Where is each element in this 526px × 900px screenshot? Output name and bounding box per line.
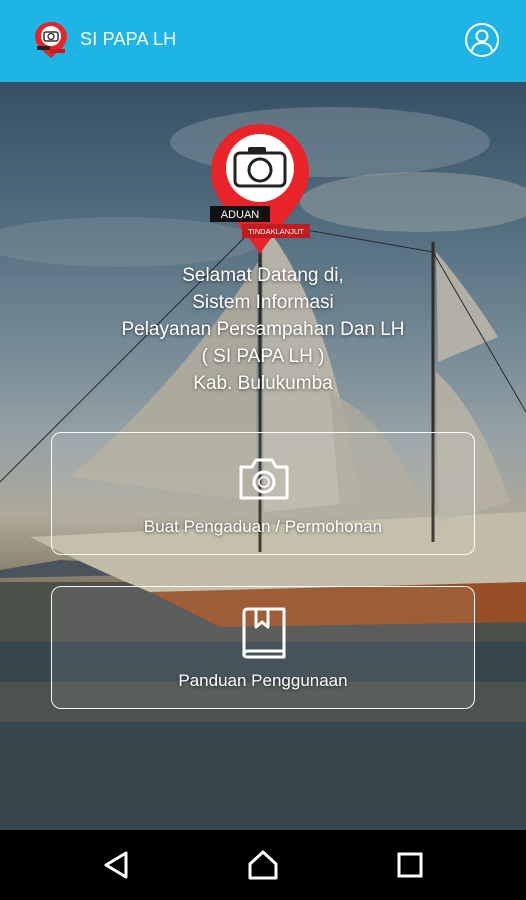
camera-pin-icon: ADUAN TINDAKLANJUT	[210, 124, 310, 254]
badge-tindaklanjut: TINDAKLANJUT	[248, 227, 304, 236]
app-title: SI PAPA LH	[80, 29, 177, 49]
home-icon[interactable]	[246, 848, 280, 882]
user-guide-button[interactable]: Panduan Penggunaan	[51, 586, 475, 709]
welcome-line-5: Kab. Bulukumba	[193, 373, 333, 394]
account-circle-icon[interactable]	[464, 22, 500, 58]
background-scene: ADUAN TINDAKLANJUT Selamat Datang di, Si…	[0, 82, 526, 830]
create-complaint-label: Buat Pengaduan / Permohonan	[143, 517, 383, 536]
create-complaint-button[interactable]: Buat Pengaduan / Permohonan	[51, 432, 475, 555]
welcome-line-3: Pelayanan Persampahan Dan LH	[121, 319, 405, 340]
report-pin-logo-icon	[35, 22, 67, 58]
system-nav-bar	[0, 830, 526, 900]
badge-aduan: ADUAN	[221, 209, 260, 221]
welcome-line-2: Sistem Informasi	[192, 292, 334, 313]
book-icon	[242, 607, 286, 659]
welcome-line-1: Selamat Datang di,	[182, 265, 344, 286]
camera-icon	[239, 458, 289, 500]
back-triangle-icon[interactable]	[100, 848, 134, 882]
app-bar: SI PAPA LH	[0, 0, 526, 82]
recents-square-icon[interactable]	[393, 848, 427, 882]
welcome-line-4: ( SI PAPA LH )	[201, 346, 325, 367]
welcome-text: Selamat Datang di, Sistem Informasi Pela…	[0, 262, 526, 397]
user-guide-label: Panduan Penggunaan	[178, 671, 348, 690]
